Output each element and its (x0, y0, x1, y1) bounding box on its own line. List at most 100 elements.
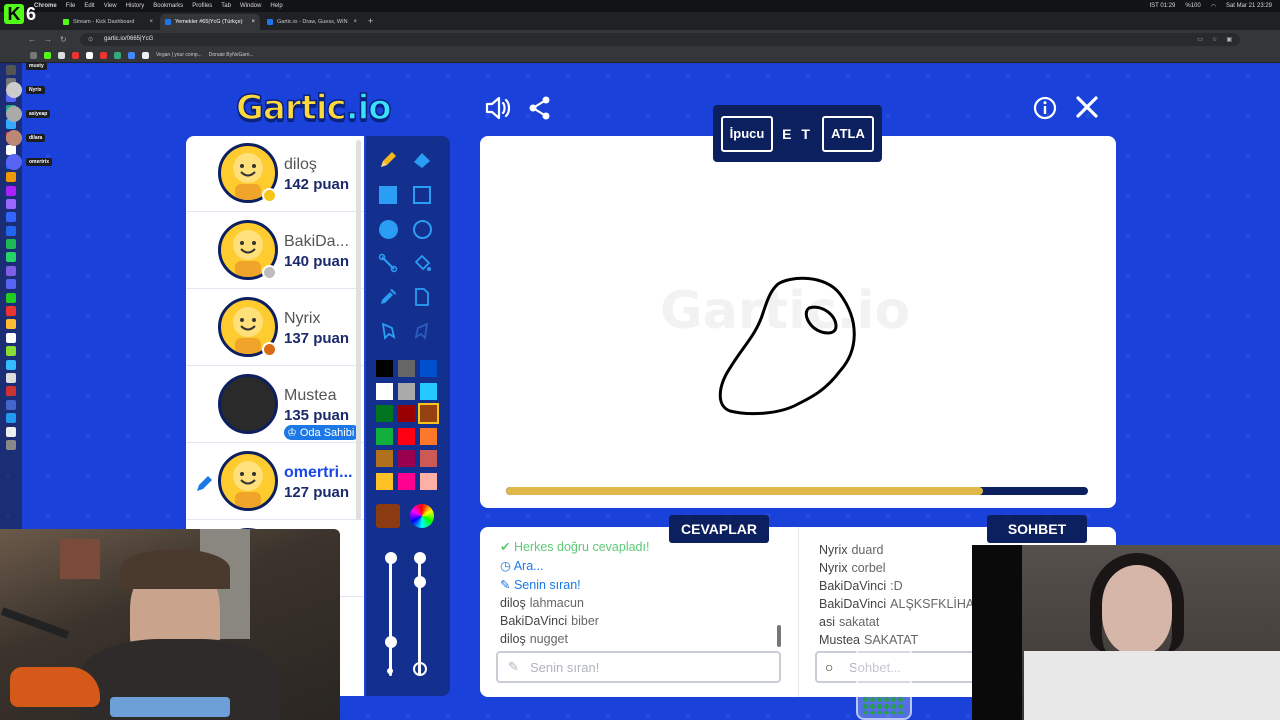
color-swatch[interactable] (420, 360, 437, 377)
player-row[interactable]: Nyrix 137 puan (186, 290, 364, 366)
whatsapp-icon[interactable] (6, 252, 16, 263)
speaker-icon[interactable] (484, 94, 512, 122)
app-icon[interactable] (6, 292, 16, 303)
app-icon[interactable] (6, 413, 16, 424)
player-row[interactable]: diloş 142 puan (186, 136, 364, 212)
color-swatch[interactable] (376, 427, 393, 445)
app-icon[interactable] (6, 319, 16, 330)
tab-yemekler[interactable]: Yemekler #65|YcG (Türkçe) × (160, 14, 260, 30)
close-icon[interactable] (1074, 94, 1100, 120)
bookmark-icon[interactable] (114, 51, 121, 59)
bookmark-icon[interactable] (86, 51, 93, 59)
color-swatch[interactable] (418, 403, 439, 424)
line-tool-icon[interactable] (375, 250, 401, 276)
close-tab-icon[interactable]: × (353, 19, 357, 25)
eyedropper-tool-icon[interactable] (375, 284, 401, 310)
menu-file[interactable]: File (66, 3, 76, 9)
bookmark-star-icon[interactable]: ☆ (1212, 36, 1217, 43)
color-swatch[interactable] (376, 382, 393, 400)
skip-button[interactable]: ATLA (822, 115, 874, 152)
redo-tool-icon[interactable] (409, 318, 435, 344)
premiere-icon[interactable] (6, 185, 16, 196)
fill-bucket-tool-icon[interactable] (409, 250, 435, 276)
menu-help[interactable]: Help (270, 3, 282, 9)
color-swatch[interactable] (398, 427, 415, 445)
color-picker-icon[interactable] (410, 504, 434, 528)
bookmark-icon[interactable] (128, 51, 135, 59)
app-icon[interactable] (6, 386, 16, 397)
player-list-scrollbar[interactable] (356, 140, 361, 520)
reload-icon[interactable]: ↻ (60, 35, 76, 44)
trash-icon[interactable] (6, 439, 16, 450)
color-swatch[interactable] (398, 360, 415, 377)
youtube-bookmark-icon[interactable] (72, 51, 79, 59)
answer-input[interactable]: ✎ Senin sıran! (496, 651, 781, 683)
color-swatch[interactable] (376, 450, 393, 467)
app-icon[interactable] (6, 346, 16, 357)
opacity-knob-lower[interactable] (414, 576, 426, 588)
app-icon[interactable] (6, 399, 16, 410)
brush-size-knob[interactable] (385, 552, 397, 564)
brush-size-track[interactable] (389, 558, 392, 676)
spotify-icon[interactable] (6, 239, 16, 250)
filled-rect-tool-icon[interactable] (375, 182, 401, 208)
color-swatch[interactable] (398, 472, 415, 490)
color-swatch[interactable] (376, 405, 393, 422)
active-color-swatch[interactable] (376, 504, 400, 528)
menu-tab[interactable]: Tab (221, 3, 231, 9)
info-icon[interactable] (1033, 96, 1057, 120)
tab-kick-dashboard[interactable]: Stream - Kick Dashboard × (58, 14, 158, 30)
color-swatch[interactable] (420, 472, 437, 490)
app-icon[interactable] (6, 372, 16, 383)
pencil-tool-icon[interactable] (375, 147, 401, 173)
extensions-icon[interactable]: ▣ (1226, 36, 1232, 43)
new-page-tool-icon[interactable] (409, 284, 435, 310)
cast-icon[interactable]: ▭ (1197, 36, 1203, 43)
color-swatch[interactable] (398, 382, 415, 400)
back-icon[interactable]: ← (28, 35, 44, 44)
menu-bookmarks[interactable]: Bookmarks (153, 3, 183, 9)
player-row[interactable]: Mustea 135 puan ♔ Oda Sahibi (186, 367, 364, 443)
app-icon[interactable] (6, 225, 16, 236)
illustrator-icon[interactable] (6, 172, 16, 183)
wifi-icon[interactable]: ◠ (1211, 3, 1216, 10)
app-icon[interactable] (6, 359, 16, 370)
menu-profiles[interactable]: Profiles (192, 3, 212, 9)
color-swatch[interactable] (398, 450, 415, 467)
address-bar[interactable]: ⊙ gartic.io/0665|YcG ▭ ☆ ▣ (80, 32, 1240, 46)
bookmark-icon[interactable] (142, 51, 149, 59)
player-row[interactable]: omertri... 127 puan (186, 444, 364, 520)
datetime[interactable]: Sat Mar 21 23:29 (1226, 3, 1272, 9)
opacity-knob[interactable] (414, 552, 426, 564)
brush-size-knob-lower[interactable] (385, 636, 397, 648)
menu-window[interactable]: Window (240, 3, 261, 9)
app-icon[interactable] (6, 306, 16, 317)
after-effects-icon[interactable] (6, 198, 16, 209)
bookmark-donate[interactable]: Donate ByNoGam... (209, 52, 254, 58)
color-swatch[interactable] (376, 472, 393, 490)
bookmark-icon[interactable] (58, 51, 65, 59)
rect-outline-tool-icon[interactable] (409, 182, 435, 208)
menu-view[interactable]: View (104, 3, 117, 9)
app-icon[interactable] (6, 279, 16, 290)
undo-tool-icon[interactable] (375, 318, 401, 344)
app-icon[interactable] (6, 265, 16, 276)
color-swatch[interactable] (420, 427, 437, 445)
circle-outline-tool-icon[interactable] (409, 216, 435, 242)
menu-edit[interactable]: Edit (84, 3, 94, 9)
forward-icon[interactable]: → (44, 35, 60, 44)
color-swatch[interactable] (420, 382, 437, 400)
color-swatch[interactable] (420, 450, 437, 467)
close-tab-icon[interactable]: × (251, 19, 255, 25)
tab-gartic[interactable]: Gartic.io - Draw, Guess, WIN × (262, 14, 362, 30)
menu-history[interactable]: History (126, 3, 145, 9)
answers-scrollbar[interactable] (777, 625, 781, 647)
hint-button[interactable]: İpucu (721, 115, 773, 152)
bookmark-icon[interactable] (100, 51, 107, 59)
filled-circle-tool-icon[interactable] (375, 216, 401, 242)
app-icon[interactable] (6, 332, 16, 343)
close-tab-icon[interactable]: × (149, 19, 153, 25)
color-swatch[interactable] (376, 360, 393, 377)
eraser-tool-icon[interactable] (409, 147, 435, 173)
app-icon[interactable] (6, 426, 16, 437)
